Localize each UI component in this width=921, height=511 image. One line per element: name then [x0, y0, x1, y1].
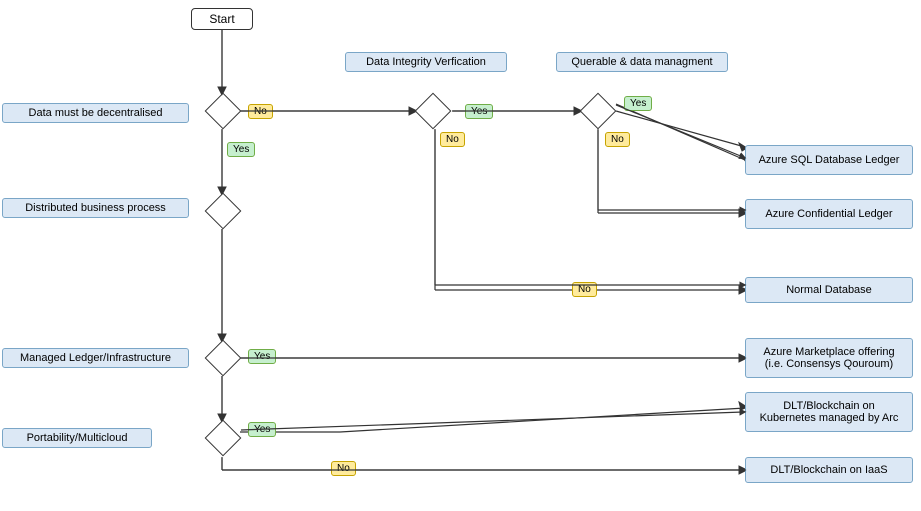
badge-no-normaldb: No [572, 282, 597, 297]
label-decentralised: Data must be decentralised [2, 103, 189, 123]
diamond-managed [205, 340, 241, 376]
result-azure-sql: Azure SQL Database Ledger [745, 145, 913, 175]
diamond-portability [205, 420, 241, 456]
badge-d1-no: No [248, 104, 273, 119]
result-normal-db: Normal Database [745, 277, 913, 303]
badge-q-yes: Yes [624, 96, 652, 111]
label-managed: Managed Ledger/Infrastructure [2, 348, 189, 368]
diamond-1 [205, 93, 241, 129]
header-querable: Querable & data managment [556, 52, 728, 72]
result-dlt-kubernetes: DLT/Blockchain on Kubernetes managed by … [745, 392, 913, 432]
badge-int-no: No [440, 132, 465, 147]
diamond-2 [205, 193, 241, 229]
start-node: Start [191, 8, 253, 30]
label-distributed: Distributed business process [2, 198, 189, 218]
badge-d3-yes: Yes [248, 349, 276, 364]
label-portability: Portability/Multicloud [2, 428, 152, 448]
result-azure-confidential: Azure Confidential Ledger [745, 199, 913, 229]
badge-d4-no: No [331, 461, 356, 476]
badge-int-yes: Yes [465, 104, 493, 119]
diamond-querable [580, 93, 616, 129]
flowchart-diagram: Start Data must be decentralised Distrib… [0, 0, 921, 511]
result-dlt-iaas: DLT/Blockchain on IaaS [745, 457, 913, 483]
result-marketplace: Azure Marketplace offering (i.e. Consens… [745, 338, 913, 378]
badge-d4-yes: Yes [248, 422, 276, 437]
badge-q-no: No [605, 132, 630, 147]
diamond-integrity [415, 93, 451, 129]
badge-d1-yes: Yes [227, 142, 255, 157]
header-integrity: Data Integrity Verfication [345, 52, 507, 72]
